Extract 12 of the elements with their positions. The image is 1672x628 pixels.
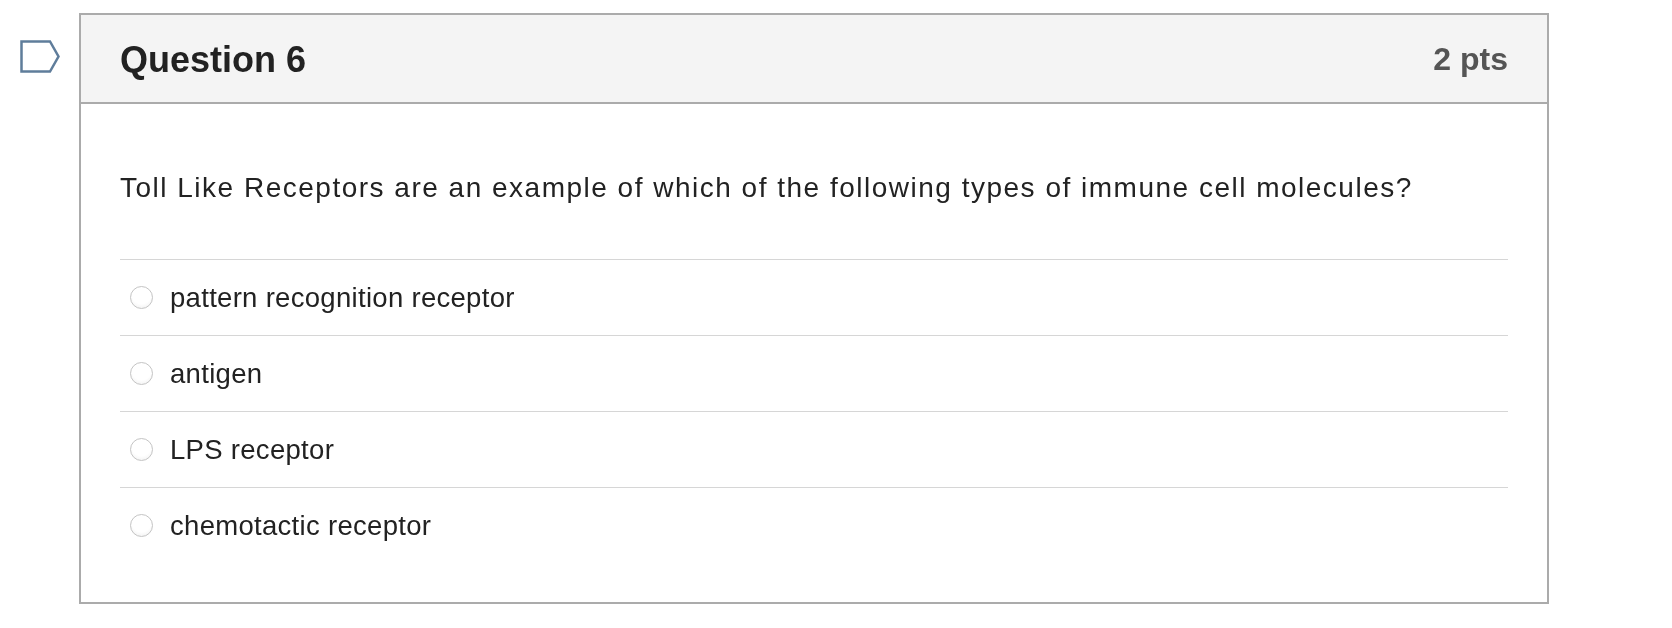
answer-label[interactable]: chemotactic receptor	[170, 509, 432, 542]
answer-label[interactable]: antigen	[170, 357, 263, 390]
points-label: 2 pts	[1433, 41, 1508, 78]
answer-label[interactable]: pattern recognition receptor	[170, 281, 515, 314]
question-text: Toll Like Receptors are an example of which of the following types of immune cell molecules?	[120, 171, 1414, 205]
radio-button[interactable]	[130, 438, 153, 461]
answer-label[interactable]: LPS receptor	[170, 433, 335, 466]
radio-button[interactable]	[130, 286, 153, 309]
tag-icon[interactable]	[20, 40, 60, 73]
radio-button[interactable]	[130, 514, 153, 537]
radio-button[interactable]	[130, 362, 153, 385]
question-title: Question 6	[120, 38, 307, 81]
